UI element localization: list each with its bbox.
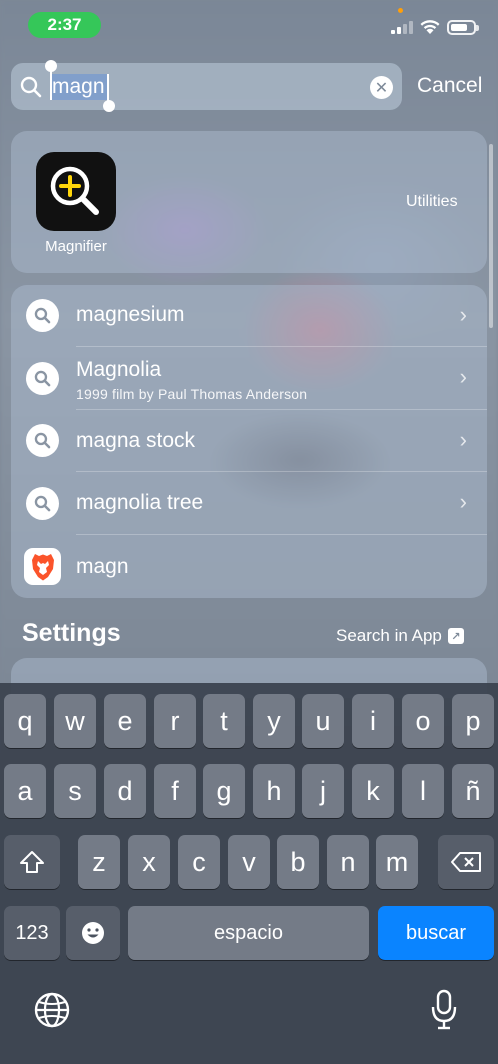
search-return-key[interactable]: buscar [378,906,494,960]
search-icon [26,362,59,395]
shift-key[interactable] [4,835,60,889]
key-v[interactable]: v [228,835,270,889]
suggestion-row-magnesium[interactable]: magnesium › [11,285,487,347]
magnifier-icon[interactable] [36,152,116,231]
backspace-icon [451,852,481,872]
brave-icon [24,548,61,585]
key-d[interactable]: d [104,764,146,818]
chevron-right-icon: › [459,427,467,452]
key-h[interactable]: h [253,764,295,818]
wifi-icon [419,18,441,40]
search-in-app-button[interactable]: Search in App ↗ [336,626,464,646]
key-q[interactable]: q [4,694,46,748]
cancel-button[interactable]: Cancel [417,74,482,98]
microphone-icon[interactable] [430,989,458,1036]
key-b[interactable]: b [277,835,319,889]
key-i[interactable]: i [352,694,394,748]
status-time[interactable]: 2:37 [28,12,101,38]
battery-icon [447,20,479,35]
suggestion-text: magna stock [76,429,196,452]
key-n[interactable]: n [327,835,369,889]
key-w[interactable]: w [54,694,96,748]
key-z[interactable]: z [78,835,120,889]
key-u[interactable]: u [302,694,344,748]
numbers-key[interactable]: 123 [4,906,60,960]
suggestion-row-magnolia-tree[interactable]: magnolia tree › [11,472,487,535]
close-icon[interactable]: ✕ [370,76,393,99]
space-key[interactable]: espacio [128,906,369,960]
search-icon [26,299,59,332]
cellular-signal-icon [391,20,415,34]
key-g[interactable]: g [203,764,245,818]
suggestion-row-magnolia[interactable]: Magnolia 1999 film by Paul Thomas Anders… [11,347,487,410]
key-e[interactable]: e [104,694,146,748]
emoji-icon [82,922,104,944]
key-t[interactable]: t [203,694,245,748]
key-l[interactable]: l [402,764,444,818]
suggestion-row-magna-stock[interactable]: magna stock › [11,410,487,472]
scroll-indicator [489,144,493,328]
globe-icon[interactable] [33,991,71,1034]
selection-handle-start-knob[interactable] [45,60,57,72]
search-icon [26,424,59,457]
chevron-right-icon: › [459,302,467,327]
key-o[interactable]: o [402,694,444,748]
chevron-right-icon: › [459,364,467,389]
suggestions-list: magnesium › Magnolia 1999 film by Paul T… [11,285,487,598]
key-f[interactable]: f [154,764,196,818]
search-icon [26,487,59,520]
suggestion-text: magnesium [76,303,185,326]
suggestion-row-brave-magn[interactable]: magn [11,535,487,598]
key-a[interactable]: a [4,764,46,818]
suggestion-text: Magnolia [76,358,162,381]
suggestion-text: magn [76,555,129,578]
key-r[interactable]: r [154,694,196,748]
open-arrow-icon: ↗ [447,628,464,644]
key-s[interactable]: s [54,764,96,818]
selection-handle-end-knob[interactable] [103,100,115,112]
app-name-label: Magnifier [45,238,107,255]
key-j[interactable]: j [302,764,344,818]
app-category-label: Utilities [406,193,458,210]
search-in-app-label: Search in App [336,626,442,645]
key-c[interactable]: c [178,835,220,889]
emoji-key[interactable] [66,906,120,960]
shift-icon [20,851,44,873]
key-y[interactable]: y [253,694,295,748]
key-x[interactable]: x [128,835,170,889]
keyboard: q w e r t y u i o p a s d f g h j k l ñ … [0,683,498,1064]
section-title-settings: Settings [22,619,121,647]
delete-key[interactable] [438,835,494,889]
key-k[interactable]: k [352,764,394,818]
key-m[interactable]: m [376,835,418,889]
suggestion-subtitle: 1999 film by Paul Thomas Anderson [76,386,308,402]
privacy-indicator-dot [398,8,403,13]
search-query-text[interactable]: magn [50,74,107,100]
suggestion-text: magnolia tree [76,491,204,514]
chevron-right-icon: › [459,489,467,514]
key-n-tilde[interactable]: ñ [452,764,494,818]
search-icon [20,76,42,103]
key-p[interactable]: p [452,694,494,748]
